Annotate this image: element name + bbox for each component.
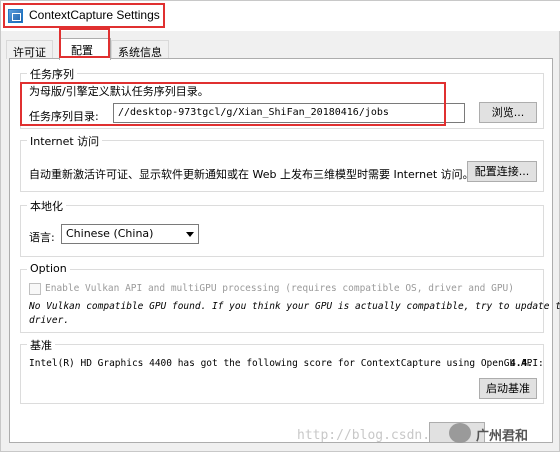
localization-group: 本地化 语言: Chinese (China) (20, 198, 544, 257)
title-highlight-box (3, 3, 165, 28)
language-label: 语言: (29, 231, 55, 244)
vulkan-checkbox[interactable] (29, 283, 41, 295)
benchmark-score-text: Intel(R) HD Graphics 4400 has got the fo… (29, 358, 544, 369)
language-value: Chinese (China) (66, 227, 154, 240)
internet-description: 自动重新激活许可证、显示软件更新通知或在 Web 上发布三维模型时需要 Inte… (29, 168, 474, 181)
option-title: Option (27, 262, 70, 275)
internet-title: Internet 访问 (27, 133, 103, 149)
watermark-url: http://blog.csdn. (297, 428, 431, 443)
tab-system-info[interactable]: 系统信息 (111, 40, 169, 59)
benchmark-group: 基准 Intel(R) HD Graphics 4400 has got the… (20, 337, 544, 404)
configure-connection-button[interactable]: 配置连接... (467, 161, 537, 182)
vulkan-checkbox-label: Enable Vulkan API and multiGPU processin… (45, 283, 514, 294)
watermark-brand: 广州君和 (476, 429, 529, 444)
benchmark-score-value: 4.4. (510, 358, 533, 369)
browse-button[interactable]: 浏览... (479, 102, 537, 123)
settings-window: ContextCapture Settings 许可证 配置 系统信息 任务序列… (0, 0, 560, 452)
start-benchmark-button[interactable]: 启动基准 (479, 378, 537, 399)
internet-group: Internet 访问 自动重新激活许可证、显示软件更新通知或在 Web 上发布… (20, 133, 544, 192)
configuration-panel: 任务序列 为母版/引擎定义默认任务序列目录。 任务序列目录: //desktop… (9, 58, 560, 443)
language-select[interactable]: Chinese (China) (61, 224, 199, 244)
wechat-logo-icon (449, 423, 471, 443)
vulkan-warning-line2: driver. (29, 315, 70, 326)
tab-license[interactable]: 许可证 (6, 40, 53, 59)
job-queue-title: 任务序列 (27, 66, 77, 82)
tab-highlight-box (59, 28, 110, 58)
option-group: Option Enable Vulkan API and multiGPU pr… (20, 262, 560, 333)
localization-title: 本地化 (27, 198, 66, 214)
benchmark-title: 基准 (27, 337, 55, 353)
chevron-down-icon (186, 232, 194, 237)
vulkan-warning-line1: No Vulkan compatible GPU found. If you t… (29, 301, 560, 312)
job-queue-highlight-box (20, 82, 446, 126)
